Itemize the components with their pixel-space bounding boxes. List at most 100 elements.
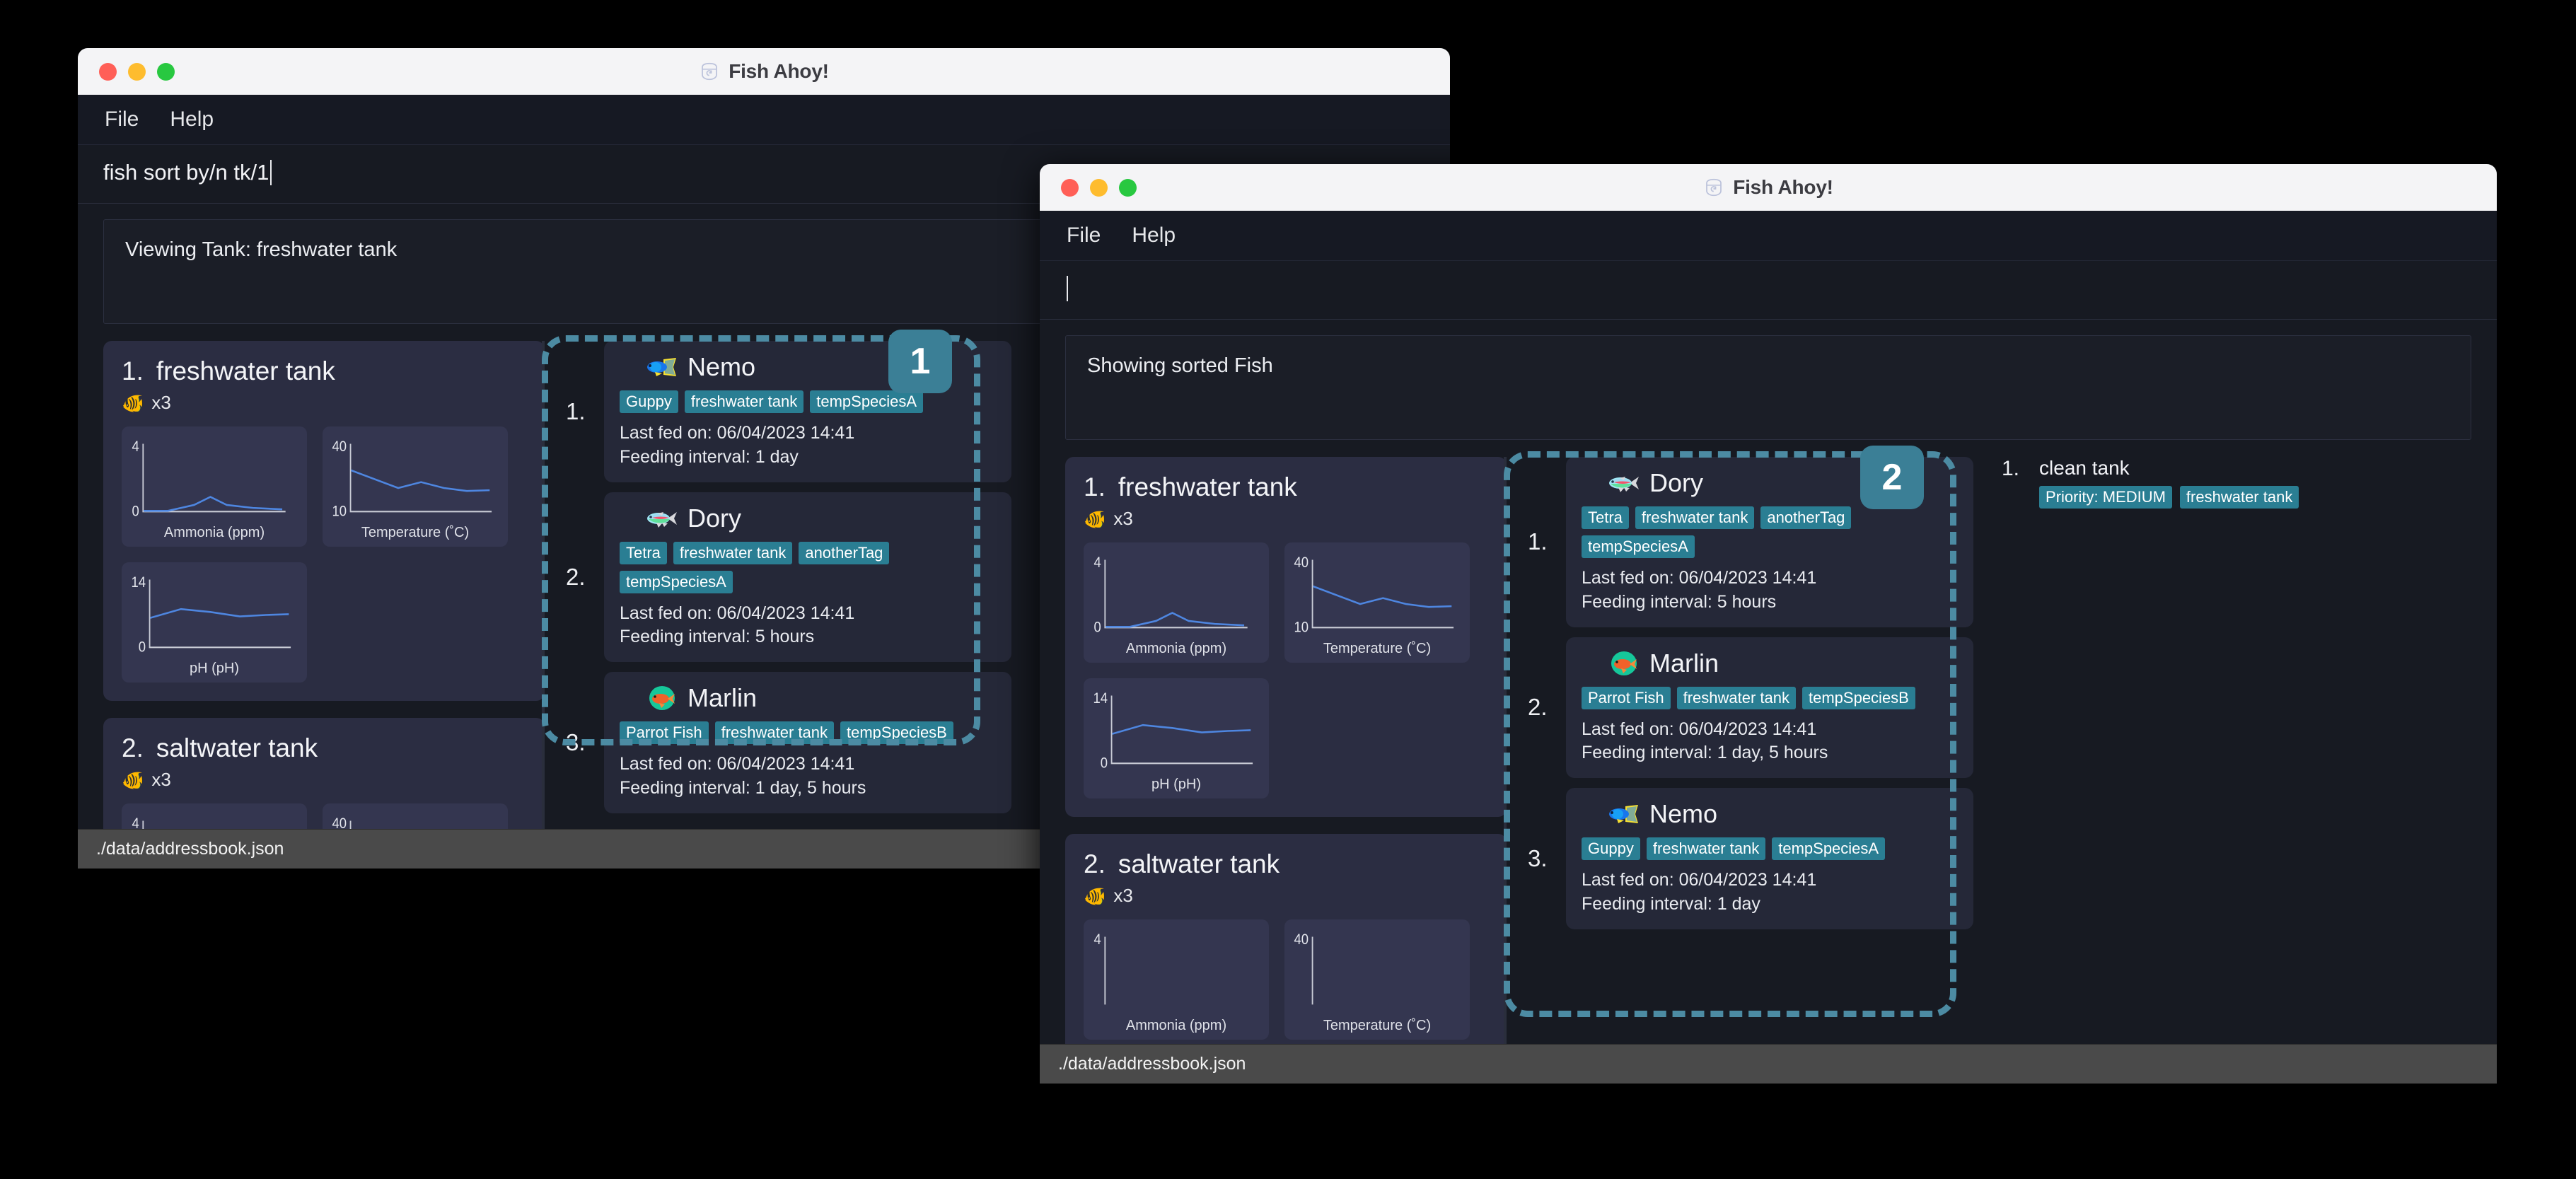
close-button[interactable]: [99, 62, 117, 81]
status-bar-front: ./data/addressbook.json: [1040, 1044, 2497, 1084]
menu-file[interactable]: File: [1067, 223, 1101, 248]
tank-charts: 4 Ammonia (ppm) 40: [1084, 919, 1488, 1040]
fish-tag[interactable]: Tetra: [1582, 506, 1629, 529]
fish-list-front[interactable]: 2 1. Dory Tetra freshwater tank anotherT…: [1504, 446, 1973, 1044]
fish-app-icon: [1706, 178, 1722, 197]
maximize-button[interactable]: [157, 62, 175, 81]
fish-tag[interactable]: Guppy: [620, 390, 678, 413]
fish-card[interactable]: Marlin Parrot Fish freshwater tank tempS…: [1566, 637, 1973, 778]
fish-list-item[interactable]: 2. Marlin Parrot Fish freshwater tank te…: [1528, 637, 1973, 778]
fish-name: Dory: [687, 503, 742, 533]
minimize-button[interactable]: [128, 62, 146, 81]
task-body: clean tank Priority: MEDIUM freshwater t…: [2039, 457, 2299, 509]
task-tags: Priority: MEDIUM freshwater tank: [2039, 486, 2299, 509]
tank-index: 1.: [1084, 472, 1106, 501]
parrot-fish-icon: [1611, 651, 1637, 675]
fish-tag[interactable]: freshwater tank: [1646, 837, 1766, 860]
traffic-lights-front[interactable]: [1040, 178, 1137, 197]
fish-card[interactable]: Marlin Parrot Fish freshwater tank tempS…: [604, 672, 1011, 813]
fish-list-item[interactable]: 3. Nemo Guppy freshwater tank tempSpecie…: [1528, 788, 1973, 929]
chart-plot: 4 0: [129, 435, 300, 523]
tank-card[interactable]: 2. saltwater tank 🐠 x3 4: [103, 718, 545, 829]
fish-card[interactable]: Nemo Guppy freshwater tank tempSpeciesA …: [1566, 788, 1973, 929]
fish-tag[interactable]: Parrot Fish: [1582, 686, 1671, 709]
fish-name: Nemo: [1649, 799, 1718, 828]
fish-tag[interactable]: freshwater tank: [673, 541, 793, 564]
fish-list-item[interactable]: 3. Marlin Parrot Fish freshwater tank te…: [566, 672, 1011, 813]
fish-last-fed: Last fed on: 06/04/2023 14:41: [620, 603, 855, 623]
fish-feeding-interval: Feeding interval: 1 day: [620, 446, 799, 467]
fish-list-back[interactable]: 1 1. Nemo Guppy freshwater tank tempSpec…: [542, 330, 1011, 829]
fish-tag[interactable]: tempSpeciesA: [620, 570, 733, 593]
svg-text:10: 10: [332, 504, 347, 520]
fish-index: 1.: [1528, 528, 1548, 555]
window-front[interactable]: Fish Ahoy! File Help Showing sorted Fish…: [1040, 164, 2497, 1084]
fish-tag[interactable]: tempSpeciesA: [1582, 535, 1695, 558]
fish-tag[interactable]: freshwater tank: [714, 721, 834, 744]
fish-list-item[interactable]: 2. Dory Tetra freshwater tank anotherTag…: [566, 492, 1011, 662]
chart-label: Ammonia (ppm): [1125, 641, 1227, 656]
traffic-lights-back[interactable]: [78, 62, 175, 81]
tank-card[interactable]: 1. freshwater tank 🐠 x3 4 0 Ammonia (ppm…: [1065, 457, 1507, 817]
fish-tag[interactable]: Parrot Fish: [620, 721, 709, 744]
menubar-back[interactable]: File Help: [78, 95, 1450, 145]
chart-ammonia: 4 0 Ammonia (ppm): [122, 426, 307, 547]
svg-text:10: 10: [1294, 620, 1309, 636]
menu-help[interactable]: Help: [1132, 223, 1176, 248]
svg-text:40: 40: [1294, 931, 1309, 948]
minimize-button[interactable]: [1090, 178, 1108, 197]
fish-card[interactable]: Dory Tetra freshwater tank anotherTag te…: [604, 492, 1011, 662]
task-list-item[interactable]: 1. clean tank Priority: MEDIUM freshwate…: [2002, 457, 2497, 509]
fish-last-fed: Last fed on: 06/04/2023 14:41: [1582, 719, 1817, 739]
fish-tag[interactable]: freshwater tank: [684, 390, 804, 413]
fish-tag[interactable]: anotherTag: [799, 541, 890, 564]
guppy-fish-icon: [647, 358, 676, 376]
task-tank-tag[interactable]: freshwater tank: [2179, 486, 2299, 509]
chart-plot: 40: [330, 812, 501, 829]
fish-tag[interactable]: anotherTag: [1760, 506, 1852, 529]
tank-index: 1.: [122, 356, 144, 385]
chart-plot: 40 10: [1292, 551, 1463, 639]
fish-meta: Last fed on: 06/04/2023 14:41 Feeding in…: [620, 753, 996, 801]
titlebar-front[interactable]: Fish Ahoy!: [1040, 164, 2497, 211]
fish-tag[interactable]: tempSpeciesB: [1802, 686, 1915, 709]
tank-fish-count: 🐠 x3: [122, 392, 526, 414]
fish-title: Nemo: [1582, 799, 1958, 829]
command-input-front[interactable]: [1065, 274, 2471, 303]
fish-meta: Last fed on: 06/04/2023 14:41 Feeding in…: [1582, 718, 1958, 766]
tank-name: saltwater tank: [156, 733, 318, 762]
menu-file[interactable]: File: [105, 108, 139, 132]
chart-ph: 14 0 pH (pH): [122, 562, 307, 683]
tank-charts: 4 0 Ammonia (ppm) 40 10 Temperature (˚C)…: [1084, 542, 1488, 798]
maximize-button[interactable]: [1119, 178, 1137, 197]
task-priority-tag[interactable]: Priority: MEDIUM: [2039, 486, 2172, 509]
task-title: clean tank: [2039, 457, 2130, 479]
fish-tag[interactable]: tempSpeciesA: [1772, 837, 1886, 860]
fish-tag[interactable]: Tetra: [620, 541, 667, 564]
chart-ammonia: 4 Ammonia (ppm): [122, 803, 307, 829]
chart-ph: 14 0 pH (pH): [1084, 678, 1269, 798]
titlebar-back[interactable]: Fish Ahoy!: [78, 48, 1450, 95]
menu-help[interactable]: Help: [170, 108, 214, 132]
command-box-front[interactable]: [1040, 261, 2497, 320]
svg-text:4: 4: [1094, 931, 1101, 948]
task-list-front[interactable]: 1. clean tank Priority: MEDIUM freshwate…: [1973, 457, 2497, 1044]
fish-tag[interactable]: Guppy: [1582, 837, 1640, 860]
fish-tag[interactable]: freshwater tank: [1635, 506, 1755, 529]
close-button[interactable]: [1061, 178, 1079, 197]
menubar-front[interactable]: File Help: [1040, 211, 2497, 261]
chart-ammonia: 4 0 Ammonia (ppm): [1084, 542, 1269, 663]
tank-list-back[interactable]: 1. freshwater tank 🐠 x3 4 0 Ammonia (ppm…: [78, 341, 545, 829]
fish-tags: Parrot Fish freshwater tank tempSpeciesB: [1582, 686, 1958, 709]
fish-tag[interactable]: tempSpeciesA: [810, 390, 924, 413]
fish-feeding-interval: Feeding interval: 1 day, 5 hours: [620, 777, 866, 798]
tank-list-front[interactable]: 1. freshwater tank 🐠 x3 4 0 Ammonia (ppm…: [1040, 457, 1507, 1044]
tank-card[interactable]: 2. saltwater tank 🐠 x3 4: [1065, 834, 1507, 1044]
parrot-fish-icon: [649, 686, 675, 710]
svg-text:0: 0: [139, 639, 146, 656]
title-text-back: Fish Ahoy!: [729, 60, 829, 82]
fish-tag[interactable]: tempSpeciesB: [840, 721, 953, 744]
tank-card[interactable]: 1. freshwater tank 🐠 x3 4 0 Ammonia (ppm…: [103, 341, 545, 701]
fish-tag[interactable]: freshwater tank: [1676, 686, 1796, 709]
chart-label: Temperature (˚C): [1323, 1018, 1432, 1033]
